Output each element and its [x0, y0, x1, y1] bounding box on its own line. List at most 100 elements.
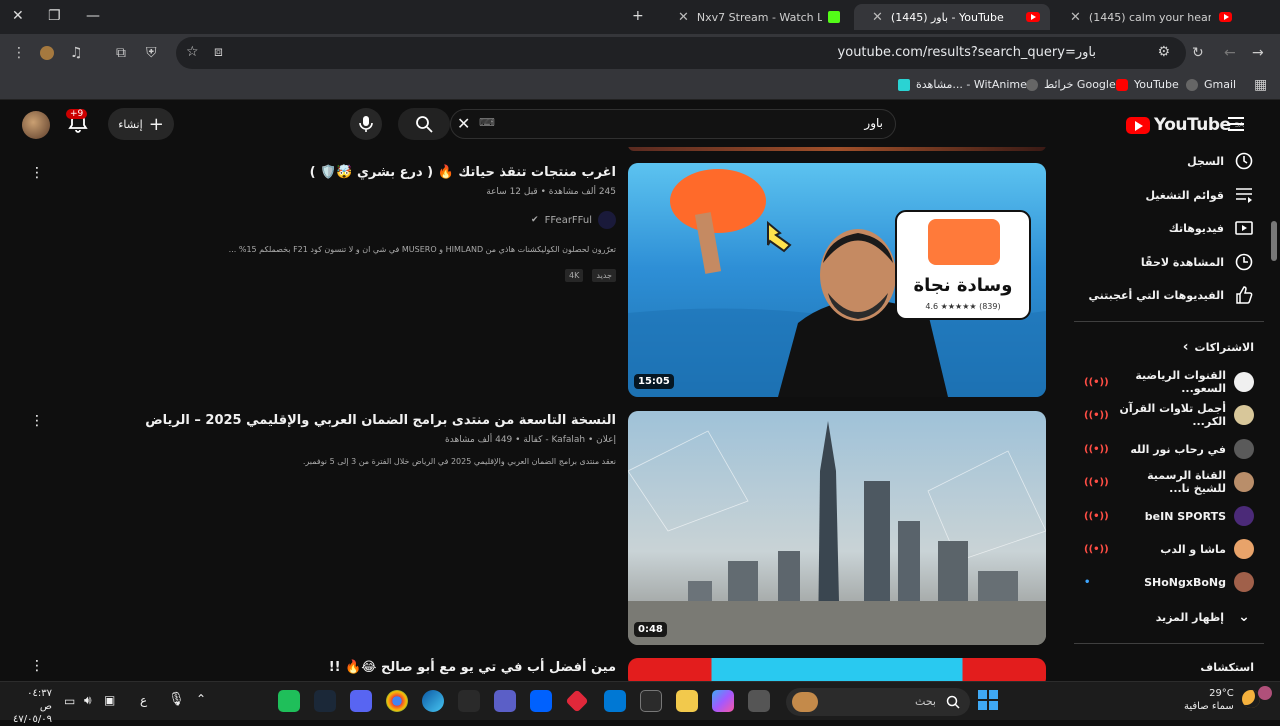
video-title[interactable]: مين أفضل أب في تي يو مع أبو صالح 😂🔥 !! [329, 660, 616, 675]
chevron-up-icon[interactable]: ⌃ [196, 692, 206, 706]
show-more-button[interactable]: ⌄ إظهار المزيد [1156, 603, 1254, 631]
start-button[interactable] [978, 690, 998, 710]
notification-icon[interactable] [1258, 686, 1272, 700]
close-tab-icon[interactable]: ✕ [678, 10, 689, 25]
video-title[interactable]: النسخة التاسعة من منتدى برامج الضمان الع… [145, 413, 616, 428]
app-icon[interactable] [494, 690, 516, 712]
back-icon[interactable]: → [1252, 45, 1264, 61]
profile-icon[interactable] [40, 46, 54, 60]
live-icon: ((•)) [1084, 376, 1109, 388]
xbox-app-icon[interactable] [278, 690, 300, 712]
sidebar-item-history[interactable]: السجل [1187, 147, 1254, 175]
video-meta: 245 ألف مشاهدة • قبل 12 ساعة [486, 187, 616, 197]
steam-app-icon[interactable] [314, 690, 336, 712]
discord-app-icon[interactable] [350, 690, 372, 712]
bookmark-witanime[interactable]: مشاهدة... - WitAnime [898, 78, 1027, 91]
all-bookmarks-icon[interactable]: ▦ [1254, 77, 1267, 93]
close-tab-icon[interactable]: ✕ [872, 10, 883, 25]
search-highlight-icon [792, 692, 818, 712]
battery-icon[interactable]: ▭ [64, 694, 75, 708]
media-control-icon[interactable]: ♫ [70, 45, 83, 61]
guide-menu-button[interactable] [1228, 117, 1244, 135]
close-window-icon[interactable]: ✕ [12, 8, 24, 24]
channel-avatar [1234, 439, 1254, 459]
bookmark-youtube[interactable]: YouTube [1116, 78, 1179, 91]
history-icon [1234, 151, 1254, 171]
video-thumbnail[interactable]: 0:48 [628, 411, 1046, 645]
system-clock[interactable]: ٠٤:٣٧ ص ٤٧/٠٥/٠٩ [13, 687, 52, 726]
bookmark-star-icon[interactable]: ☆ [186, 44, 199, 60]
video-thumbnail[interactable] [628, 658, 1046, 681]
subscription-item[interactable]: beIN SPORTS ((•)) [1084, 503, 1254, 529]
outlook-app-icon[interactable] [604, 690, 626, 712]
youtube-icon [1026, 12, 1040, 22]
tab-youtube-search[interactable]: ✕ (1445) باور - YouTube [854, 4, 1050, 30]
install-app-icon[interactable]: ⧈ [214, 44, 223, 60]
language-indicator[interactable]: ع [140, 693, 147, 707]
keyboard-icon[interactable]: ⌨ [479, 116, 495, 129]
omnibox[interactable]: ☆ ⧈ youtube.com/results?search_query=باو… [176, 37, 1186, 69]
file-explorer-icon[interactable] [676, 690, 698, 712]
clear-search-icon[interactable]: ✕ [457, 114, 470, 133]
video-thumbnail[interactable]: وسادة نجاة 4.6 ★★★★★ (839) 15:05 [628, 163, 1046, 397]
tab-nxv7-stream[interactable]: ✕ Nxv7 Stream - Watch Live on K [660, 4, 850, 30]
sidebar-item-liked-videos[interactable]: الفيديوهات التي أعجبتني [1089, 281, 1255, 309]
sidebar-item-your-videos[interactable]: فيديوهاتك [1169, 214, 1254, 242]
scrollbar-thumb[interactable] [1271, 221, 1277, 261]
minimize-window-icon[interactable]: — [86, 8, 100, 24]
channel-avatar [1234, 539, 1254, 559]
subscriptions-header[interactable]: الاشتراكات › [1183, 333, 1254, 361]
subscription-item[interactable]: في رحاب نور الله ((•)) [1084, 436, 1254, 462]
more-actions-icon[interactable]: ⋮ [30, 413, 44, 429]
store-app-icon[interactable] [640, 690, 662, 712]
create-button[interactable]: إنشاء + [108, 108, 174, 140]
page-scrollbar[interactable] [1268, 101, 1280, 681]
shield-icon[interactable]: ⛨ [146, 45, 157, 61]
bookmark-gmail[interactable]: Gmail [1186, 78, 1236, 91]
mic-tray-icon[interactable]: 🎙︎ [168, 692, 185, 707]
subscription-item[interactable]: ماشا و الدب ((•)) [1084, 536, 1254, 562]
weather-widget[interactable]: 29°C سماء صافية [1184, 687, 1234, 713]
search-button[interactable] [398, 108, 450, 140]
app-icon[interactable] [565, 689, 589, 713]
epic-games-app-icon[interactable] [458, 690, 480, 712]
thumbs-up-icon [1234, 285, 1254, 305]
subscription-item[interactable]: أجمل تلاوات القرآن الكر... ((•)) [1084, 402, 1254, 428]
chrome-app-icon[interactable] [386, 690, 408, 712]
channel-avatar [1234, 506, 1254, 526]
tab-calm-your-heart[interactable]: ✕ (1445) calm your heart. - YouTu [1052, 4, 1242, 30]
thumbnail-image: وسادة نجاة 4.6 ★★★★★ (839) [628, 163, 1046, 397]
voice-search-button[interactable] [350, 108, 382, 140]
search-input[interactable]: ✕ ⌨ باور [450, 109, 896, 139]
subscription-item[interactable]: القناة الرسمية للشيخ نا... ((•)) [1084, 469, 1254, 495]
video-title[interactable]: اغرب منتجات تنقذ حياتك 🔥 ( درع بشري 🤯🛡️ … [310, 165, 616, 180]
subscription-item[interactable]: القنوات الرياضية السعو... ((•)) [1084, 369, 1254, 395]
channel-row[interactable]: FFearFFul ✔ [531, 211, 616, 229]
reload-icon[interactable]: ↻ [1192, 45, 1204, 61]
avatar[interactable] [22, 111, 50, 139]
bookmark-google-maps[interactable]: خرائط Google [1026, 78, 1116, 91]
notification-badge: +9 [66, 109, 88, 119]
network-icon[interactable]: ▣ [104, 693, 115, 707]
speaker-icon[interactable]: 🔊︎ [84, 693, 92, 708]
taskbar-search[interactable]: بحث [786, 688, 970, 716]
menu-icon[interactable]: ⋮ [12, 45, 26, 61]
extensions-icon[interactable]: ⧉ [116, 45, 126, 61]
notifications-button[interactable]: +9 [66, 109, 90, 141]
new-tab-icon[interactable]: + [632, 8, 644, 24]
live-icon: ((•)) [1084, 543, 1109, 555]
task-view-icon[interactable] [748, 690, 770, 712]
site-settings-icon[interactable]: ⚙ [1157, 44, 1170, 60]
edge-app-icon[interactable] [422, 690, 444, 712]
sidebar-item-watch-later[interactable]: المشاهدة لاحقًا [1141, 248, 1254, 276]
dropbox-app-icon[interactable] [530, 690, 552, 712]
globe-icon [1026, 78, 1038, 91]
copilot-icon[interactable] [712, 690, 734, 712]
sidebar-item-playlists[interactable]: قوائم التشغيل [1145, 181, 1254, 209]
close-tab-icon[interactable]: ✕ [1070, 10, 1081, 25]
more-actions-icon[interactable]: ⋮ [30, 165, 44, 181]
youtube-logo[interactable]: YouTube SA [1126, 115, 1244, 135]
more-actions-icon[interactable]: ⋮ [30, 658, 44, 674]
subscription-item[interactable]: SHoNgxBoNg • [1084, 569, 1254, 595]
restore-window-icon[interactable]: ❐ [48, 8, 61, 24]
